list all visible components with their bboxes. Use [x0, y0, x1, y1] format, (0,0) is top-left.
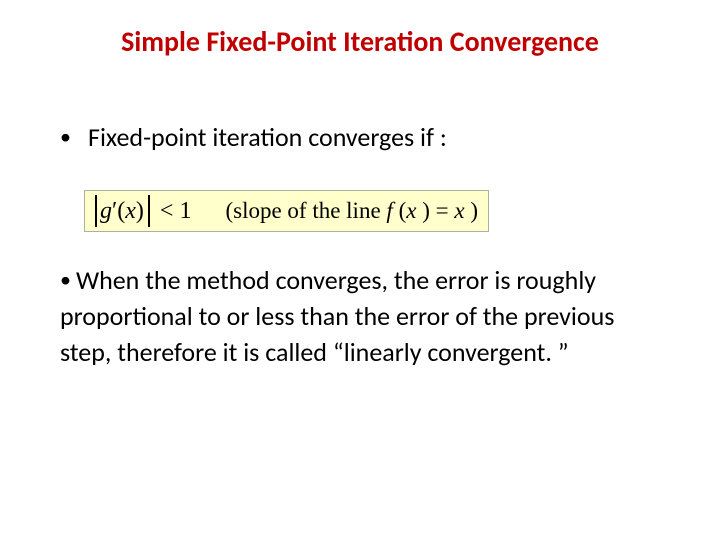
- slide-body: • Fixed-point iteration converges if : g…: [60, 120, 660, 370]
- slide: Simple Fixed-Point Iteration Convergence…: [0, 0, 720, 540]
- bullet-1-text: Fixed-point iteration converges if :: [88, 120, 447, 154]
- bullet-item-2: • When the method converges, the error i…: [60, 262, 660, 370]
- bullet-2-text: When the method converges, the error is …: [60, 264, 614, 368]
- formula-relation: < 1: [160, 198, 192, 225]
- slide-title: Simple Fixed-Point Iteration Convergence: [0, 24, 720, 59]
- abs-bars-icon: g′(x): [95, 195, 150, 227]
- formula-note: (slope of the line f (x ) = x ): [225, 198, 478, 224]
- bullet-dot-icon: •: [60, 120, 88, 154]
- bullet-item-1: • Fixed-point iteration converges if :: [60, 120, 660, 154]
- formula-highlight: g′(x) < 1 (slope of the line f (x ) = x …: [84, 190, 489, 232]
- bullet-dot-icon: •: [60, 266, 76, 293]
